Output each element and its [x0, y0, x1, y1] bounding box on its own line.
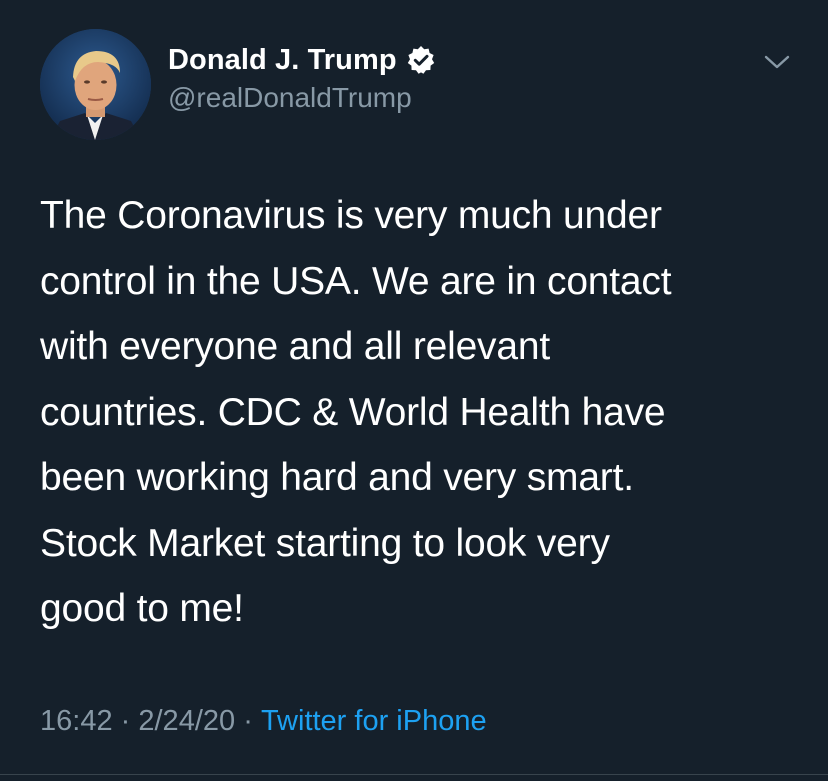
divider [0, 774, 828, 775]
display-name[interactable]: Donald J. Trump [168, 44, 397, 77]
meta-separator: · [243, 705, 253, 737]
avatar[interactable] [40, 29, 151, 140]
tweet-meta: 16:42 · 2/24/20 · Twitter for iPhone [40, 705, 487, 738]
tweet-text: The Coronavirus is very much under contr… [40, 194, 672, 630]
author-name-row: Donald J. Trump [168, 40, 436, 80]
chevron-down-icon[interactable] [762, 50, 792, 74]
tweet-date[interactable]: 2/24/20 [138, 705, 235, 738]
avatar-image [40, 29, 151, 140]
tweet-time[interactable]: 16:42 [40, 705, 113, 738]
user-handle[interactable]: @realDonaldTrump [168, 82, 412, 114]
tweet-card: Donald J. Trump @realDonaldTrump The Cor… [0, 0, 828, 781]
verified-badge-icon [406, 45, 436, 75]
tweet-source-link[interactable]: Twitter for iPhone [261, 705, 487, 738]
meta-separator: · [120, 705, 131, 737]
